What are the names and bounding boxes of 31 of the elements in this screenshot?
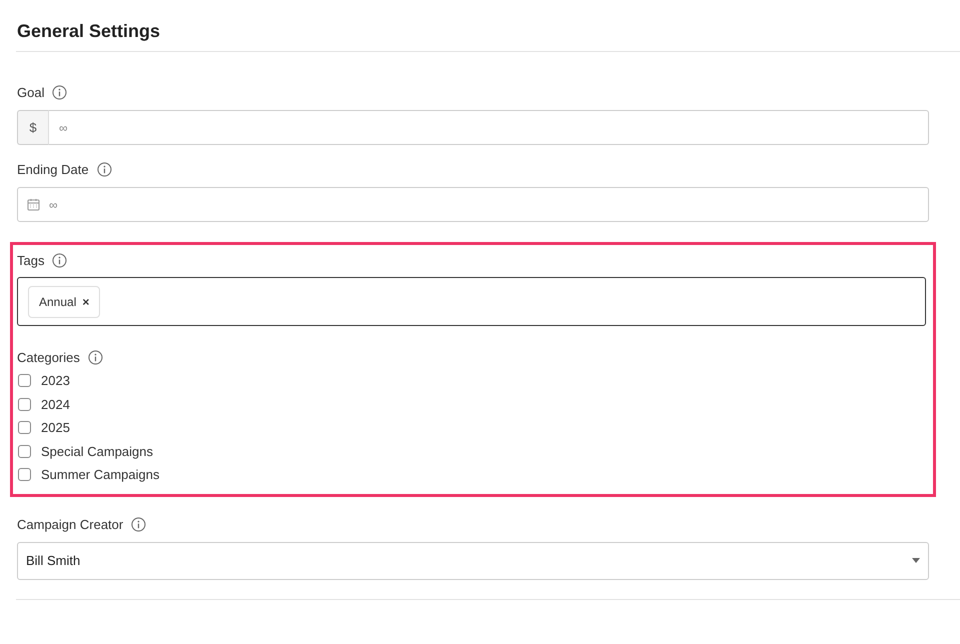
field-label: Goal: [17, 84, 44, 100]
checkbox[interactable]: [18, 468, 31, 482]
field-label: Ending Date: [17, 162, 89, 176]
checkbox-label: 2025: [41, 420, 70, 436]
info-icon[interactable]: [52, 252, 68, 268]
checkbox[interactable]: [18, 421, 31, 434]
checkbox-label: Summer Campaigns: [41, 467, 160, 482]
caret-icon: [912, 558, 920, 563]
field-label: Categories: [17, 350, 80, 364]
tags-field[interactable]: Annual ×: [17, 277, 926, 326]
goal-field[interactable]: ∞: [49, 110, 929, 145]
field-label: Campaign Creator: [17, 517, 124, 532]
checkbox[interactable]: [18, 398, 31, 411]
checkbox-label: 2024: [41, 396, 70, 412]
checkbox-label: Special Campaigns: [41, 444, 154, 459]
page-title: General Settings: [16, 20, 162, 43]
checkbox[interactable]: [18, 444, 31, 458]
field-label: Tags: [17, 252, 44, 268]
calendar-icon: [27, 198, 40, 211]
info-icon[interactable]: [88, 350, 103, 364]
tag-label: Annual: [39, 294, 76, 308]
remove-tag-button[interactable]: ×: [82, 294, 90, 308]
checkbox-label: 2023: [41, 373, 70, 388]
creator-dropdown[interactable]: Bill Smith: [17, 542, 929, 580]
dropdown-value: Bill Smith: [26, 553, 80, 568]
info-icon[interactable]: [52, 84, 68, 100]
info-icon[interactable]: [96, 162, 112, 176]
date-field[interactable]: ∞: [17, 187, 929, 222]
checkbox[interactable]: [18, 374, 31, 388]
currency-prefix: $: [17, 110, 49, 145]
info-icon[interactable]: [131, 517, 146, 532]
